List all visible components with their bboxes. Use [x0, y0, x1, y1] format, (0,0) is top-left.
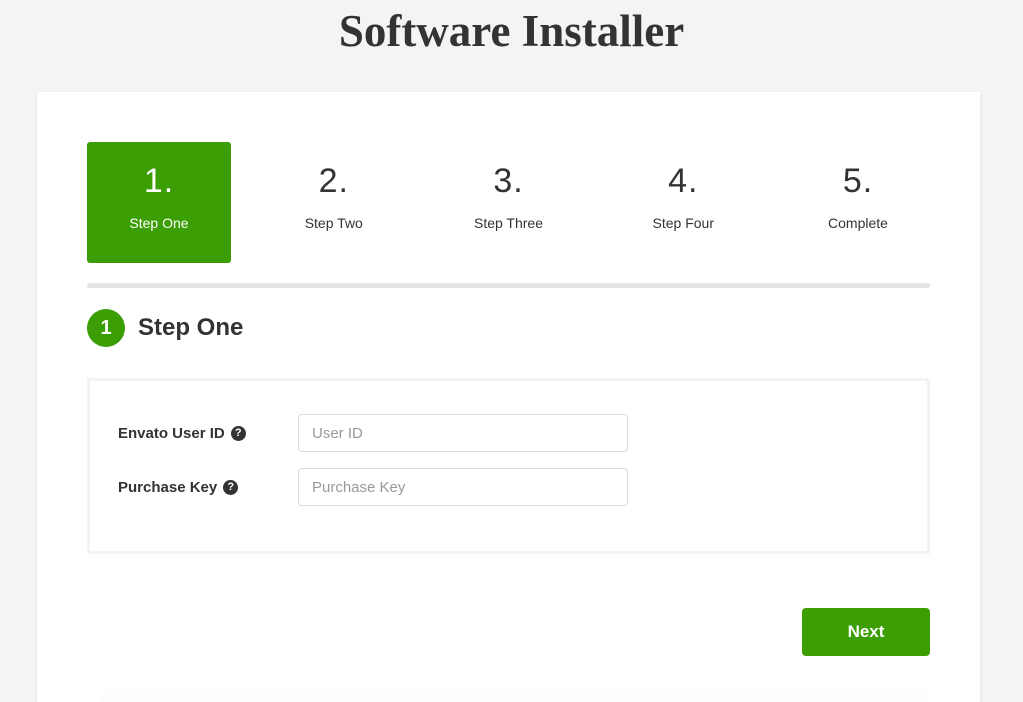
step-number: 3. — [437, 162, 581, 201]
license-form-panel: Envato User ID ? Purchase Key ? — [87, 378, 930, 554]
purchase-key-input[interactable] — [298, 468, 628, 506]
step-number: 5. — [786, 162, 930, 201]
stepper-step-two: 2. Step Two — [262, 142, 406, 263]
section-heading: 1 Step One — [87, 309, 930, 347]
progress-track — [87, 283, 930, 288]
step-label: Complete — [786, 215, 930, 231]
step-number: 1. — [87, 162, 231, 201]
step-number: 4. — [611, 162, 755, 201]
envato-user-id-label: Envato User ID ? — [118, 425, 298, 442]
step-label: Step One — [87, 215, 231, 231]
question-circle-icon[interactable]: ? — [223, 480, 238, 495]
step-label: Step Four — [611, 215, 755, 231]
section-title: Step One — [138, 314, 243, 342]
question-circle-icon[interactable]: ? — [231, 426, 246, 441]
envato-user-id-input[interactable] — [298, 414, 628, 452]
next-section-panel-hint — [100, 686, 930, 702]
step-number: 2. — [262, 162, 406, 201]
stepper: 1. Step One 2. Step Two 3. Step Three 4.… — [87, 142, 930, 263]
stepper-step-complete: 5. Complete — [786, 142, 930, 263]
form-row-envato-user-id: Envato User ID ? — [118, 414, 899, 452]
step-label: Step Two — [262, 215, 406, 231]
installer-card: 1. Step One 2. Step Two 3. Step Three 4.… — [37, 92, 980, 702]
next-button[interactable]: Next — [802, 608, 930, 656]
form-row-purchase-key: Purchase Key ? — [118, 468, 899, 506]
page-title: Software Installer — [0, 0, 1023, 57]
stepper-step-four: 4. Step Four — [611, 142, 755, 263]
stepper-step-one: 1. Step One — [87, 142, 231, 263]
step-label: Step Three — [437, 215, 581, 231]
purchase-key-label: Purchase Key ? — [118, 479, 298, 496]
step-number-badge: 1 — [87, 309, 125, 347]
label-text: Purchase Key — [118, 479, 217, 496]
actions-bar: Next — [87, 608, 930, 656]
stepper-step-three: 3. Step Three — [437, 142, 581, 263]
label-text: Envato User ID — [118, 425, 225, 442]
